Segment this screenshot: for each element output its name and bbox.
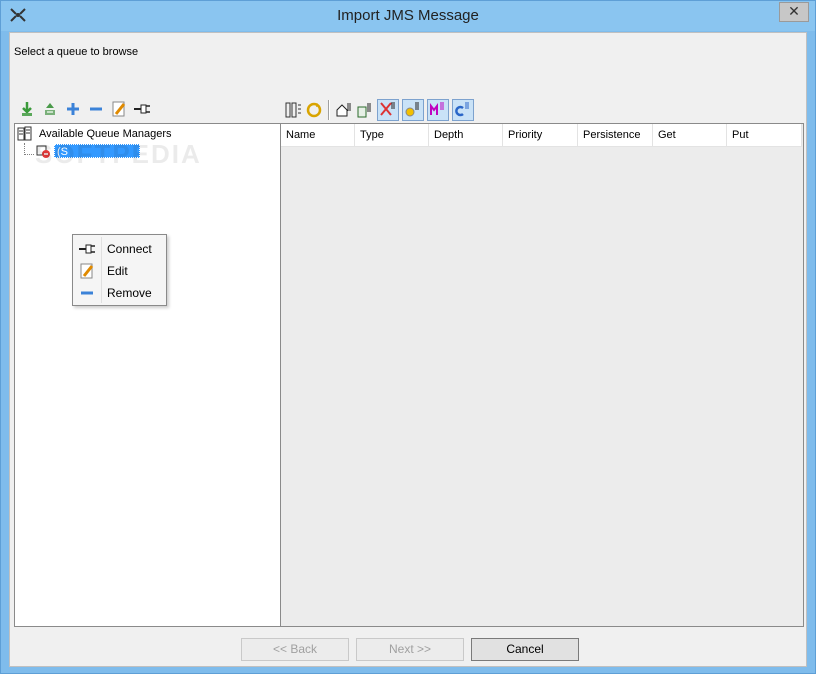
edit-icon[interactable] [110,100,128,118]
menu-item-edit[interactable]: Edit [75,260,164,282]
model-queue-icon[interactable] [402,99,424,121]
menu-item-label: Edit [107,264,128,278]
remote-queue-icon[interactable] [356,101,374,119]
toolbar-separator [328,100,330,120]
dialog-body: Select a queue to browse Available Queue… [9,32,807,667]
connect-icon[interactable] [133,100,151,118]
column-header-depth[interactable]: Depth [429,124,503,147]
column-header-persistence[interactable]: Persistence [578,124,653,147]
context-menu: Connect Edit Remove [72,234,167,306]
menu-item-connect[interactable]: Connect [75,238,164,260]
refresh-icon[interactable] [305,101,323,119]
menu-item-label: Remove [107,286,152,300]
back-button[interactable]: << Back [241,638,349,661]
cluster-queue-icon[interactable] [452,99,474,121]
column-header-type[interactable]: Type [355,124,429,147]
column-header-put[interactable]: Put [727,124,802,147]
columns-icon[interactable] [284,101,302,119]
prompt-text: Select a queue to browse [14,46,139,58]
local-queue-icon[interactable] [335,101,353,119]
remove-icon[interactable] [87,100,105,118]
window-title: Import JMS Message [337,7,479,24]
dialog-window: Import JMS Message ✕ Select a queue to b… [0,0,816,674]
tree-connector [24,154,34,155]
system-queue-icon[interactable] [427,99,449,121]
alias-queue-icon[interactable] [377,99,399,121]
import-icon[interactable] [18,100,36,118]
tree-toolbar [18,100,151,120]
server-group-icon [17,126,32,141]
connect-icon [75,240,99,258]
title-bar: Import JMS Message ✕ [1,1,815,31]
remove-icon [75,284,99,302]
menu-item-label: Connect [107,242,152,256]
table-toolbar [284,99,474,121]
menu-item-remove[interactable]: Remove [75,282,164,304]
watermark: SOFTPEDIA [35,139,202,169]
queue-table[interactable]: Name Type Depth Priority Persistence Get… [280,123,804,627]
edit-icon [75,262,99,280]
column-header-name[interactable]: Name [281,124,355,147]
add-icon[interactable] [64,100,82,118]
table-header: Name Type Depth Priority Persistence Get… [281,124,802,147]
close-button[interactable]: ✕ [779,2,809,22]
queue-manager-tree[interactable]: Available Queue Managers (S Connect Edit… [14,123,281,627]
next-button[interactable]: Next >> [356,638,464,661]
cancel-button[interactable]: Cancel [471,638,579,661]
export-icon[interactable] [41,100,59,118]
column-header-priority[interactable]: Priority [503,124,578,147]
column-header-get[interactable]: Get [653,124,727,147]
